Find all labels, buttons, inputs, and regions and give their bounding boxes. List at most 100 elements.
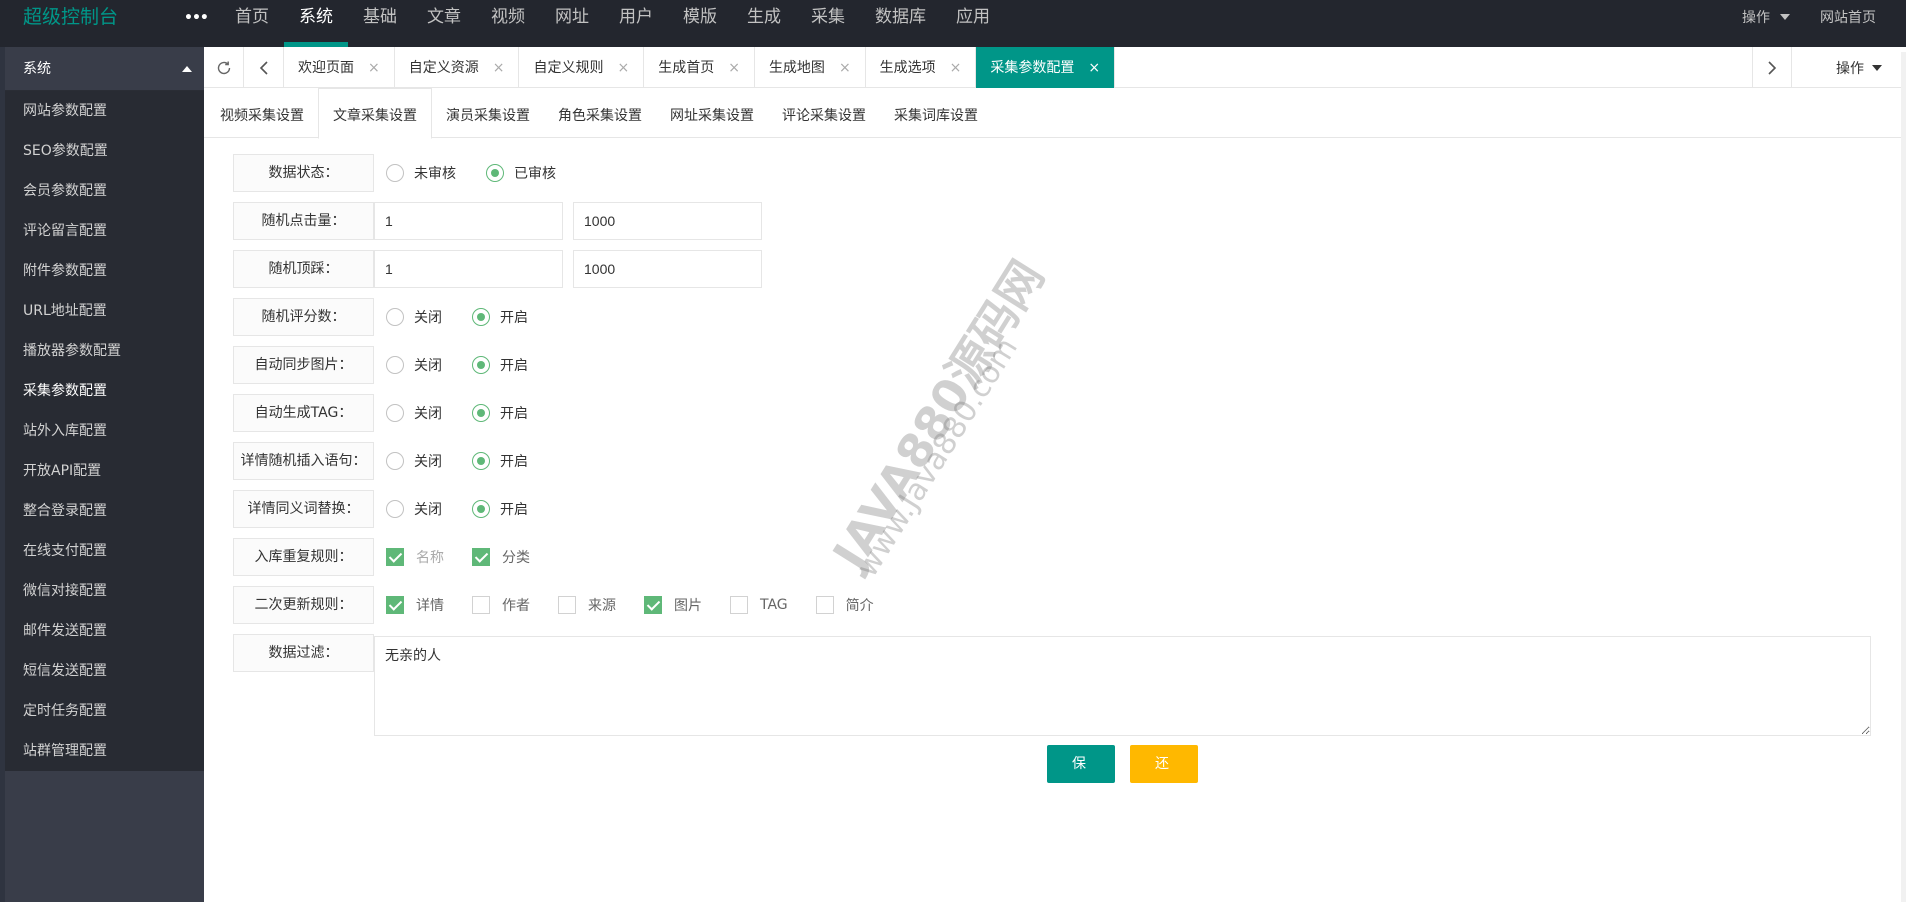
sidebar-item-attachment-config[interactable]: 附件参数配置: [5, 251, 204, 291]
tab-gen-home[interactable]: 生成首页 ×: [644, 47, 755, 88]
hits-min-input[interactable]: [374, 202, 563, 240]
tab-custom-rule[interactable]: 自定义规则 ×: [519, 47, 645, 88]
radio-auto-tag-off[interactable]: 关闭: [386, 403, 442, 423]
radio-circle: [472, 500, 490, 518]
sidebar-item-wechat-config[interactable]: 微信对接配置: [5, 571, 204, 611]
checkbox-update-intro[interactable]: 简介: [815, 595, 874, 615]
nav-template[interactable]: 模版: [668, 0, 732, 34]
radio-sync-pic-on[interactable]: 开启: [472, 355, 528, 375]
close-icon[interactable]: ×: [617, 48, 629, 88]
close-icon[interactable]: ×: [839, 48, 851, 88]
tabs-operate-menu[interactable]: 操作: [1832, 47, 1906, 88]
close-icon[interactable]: ×: [950, 48, 962, 88]
radio-synonym-off[interactable]: 关闭: [386, 499, 442, 519]
checkbox-update-detail[interactable]: 详情: [386, 595, 444, 615]
more-menu-icon[interactable]: •••: [184, 7, 209, 29]
nav-website[interactable]: 网址: [540, 0, 604, 34]
radio-auto-tag-on[interactable]: 开启: [472, 403, 528, 423]
subtab-comment[interactable]: 评论采集设置: [768, 88, 880, 139]
radio-synonym-on[interactable]: 开启: [472, 499, 528, 519]
sidebar-item-email-config[interactable]: 邮件发送配置: [5, 611, 204, 651]
nav-generate[interactable]: 生成: [732, 0, 796, 34]
sidebar-item-timer-config[interactable]: 定时任务配置: [5, 691, 204, 731]
nav-user[interactable]: 用户: [604, 0, 668, 34]
checkbox-update-source[interactable]: 来源: [558, 595, 616, 615]
save-button[interactable]: 保存: [1047, 745, 1115, 810]
checkbox-update-author[interactable]: 作者: [472, 595, 530, 615]
radio-circle: [386, 452, 404, 470]
app-logo[interactable]: 超级控制台: [23, 0, 118, 36]
tab-custom-resource[interactable]: 自定义资源 ×: [395, 47, 520, 88]
checkbox-box: [815, 596, 834, 614]
hits-max-input[interactable]: [573, 202, 762, 240]
reset-button[interactable]: 还原: [1130, 745, 1198, 810]
tab-label: 生成选项: [879, 59, 936, 76]
radio-reviewed[interactable]: 已审核: [486, 163, 556, 183]
tabs-prev-button[interactable]: [244, 47, 284, 88]
nav-apps[interactable]: 应用: [941, 0, 1005, 34]
scrollbar[interactable]: [1901, 52, 1906, 902]
sidebar-item-sites-config[interactable]: 站群管理配置: [5, 731, 204, 771]
radio-label: 开启: [500, 454, 528, 470]
close-icon[interactable]: ×: [1088, 48, 1100, 88]
chevron-left-icon: [259, 60, 268, 75]
close-icon[interactable]: ×: [728, 48, 740, 88]
sidebar-item-comment-config[interactable]: 评论留言配置: [5, 211, 204, 251]
form-row-synonym: 详情同义词替换： 关闭 开启: [233, 490, 558, 528]
radio-insert-words-off[interactable]: 关闭: [386, 451, 442, 471]
tab-label: 自定义资源: [408, 59, 479, 76]
sidebar-item-import-config[interactable]: 站外入库配置: [5, 411, 204, 451]
form-row-dup-rule: 入库重复规则： 名称 分类: [233, 538, 558, 576]
subtab-actor[interactable]: 演员采集设置: [432, 88, 544, 139]
tab-gen-options[interactable]: 生成选项 ×: [866, 47, 977, 88]
subtab-wordlib[interactable]: 采集词库设置: [880, 88, 992, 139]
subtab-video[interactable]: 视频采集设置: [206, 88, 318, 139]
nav-article[interactable]: 文章: [412, 0, 476, 34]
tab-gen-map[interactable]: 生成地图 ×: [755, 47, 866, 88]
checkbox-update-picture[interactable]: 图片: [644, 595, 702, 615]
filter-textarea[interactable]: 无亲的人: [374, 636, 1871, 736]
site-home-link[interactable]: 网站首页: [1820, 7, 1876, 27]
nav-basic[interactable]: 基础: [348, 0, 412, 34]
header-operate-menu[interactable]: 操作: [1742, 7, 1790, 27]
close-icon[interactable]: ×: [493, 48, 505, 88]
sidebar-group-system[interactable]: 系统: [5, 47, 204, 91]
nav-video[interactable]: 视频: [476, 0, 540, 34]
updown-min-input[interactable]: [374, 250, 563, 288]
radio-score-off[interactable]: 关闭: [386, 307, 442, 327]
checkbox-dup-name[interactable]: 名称: [386, 547, 444, 567]
subtab-website[interactable]: 网址采集设置: [656, 88, 768, 139]
tabs-next-button[interactable]: [1752, 47, 1792, 88]
nav-collect[interactable]: 采集: [796, 0, 860, 34]
sidebar-item-player-config[interactable]: 播放器参数配置: [5, 331, 204, 371]
radio-label: 开启: [500, 358, 528, 374]
radio-sync-pic-off[interactable]: 关闭: [386, 355, 442, 375]
sidebar-item-pay-config[interactable]: 在线支付配置: [5, 531, 204, 571]
updown-max-input[interactable]: [573, 250, 762, 288]
sidebar-item-member-config[interactable]: 会员参数配置: [5, 171, 204, 211]
sidebar-item-site-config[interactable]: 网站参数配置: [5, 91, 204, 131]
checkbox-dup-category[interactable]: 分类: [472, 547, 530, 567]
sidebar-item-url-config[interactable]: URL地址配置: [5, 291, 204, 331]
subtab-role[interactable]: 角色采集设置: [544, 88, 656, 139]
sidebar-item-api-config[interactable]: 开放API配置: [5, 451, 204, 491]
subtab-article[interactable]: 文章采集设置: [318, 88, 432, 139]
refresh-button[interactable]: [204, 47, 244, 88]
refresh-icon: [217, 61, 230, 74]
sidebar-item-sms-config[interactable]: 短信发送配置: [5, 651, 204, 691]
radio-score-on[interactable]: 开启: [472, 307, 528, 327]
nav-system[interactable]: 系统: [284, 0, 348, 47]
radio-insert-words-on[interactable]: 开启: [472, 451, 528, 471]
sidebar-item-login-config[interactable]: 整合登录配置: [5, 491, 204, 531]
tab-welcome[interactable]: 欢迎页面 ×: [284, 47, 395, 88]
sidebar-item-seo-config[interactable]: SEO参数配置: [5, 131, 204, 171]
field-label: 二次更新规则：: [233, 586, 374, 624]
close-icon[interactable]: ×: [368, 48, 380, 88]
sidebar-item-collect-config[interactable]: 采集参数配置: [5, 371, 204, 411]
radio-unreviewed[interactable]: 未审核: [386, 163, 456, 183]
nav-home[interactable]: 首页: [220, 0, 284, 34]
radio-circle: [386, 500, 404, 518]
checkbox-update-tag[interactable]: TAG: [730, 596, 788, 614]
nav-database[interactable]: 数据库: [860, 0, 941, 34]
tab-collect-config[interactable]: 采集参数配置 ×: [976, 47, 1116, 88]
